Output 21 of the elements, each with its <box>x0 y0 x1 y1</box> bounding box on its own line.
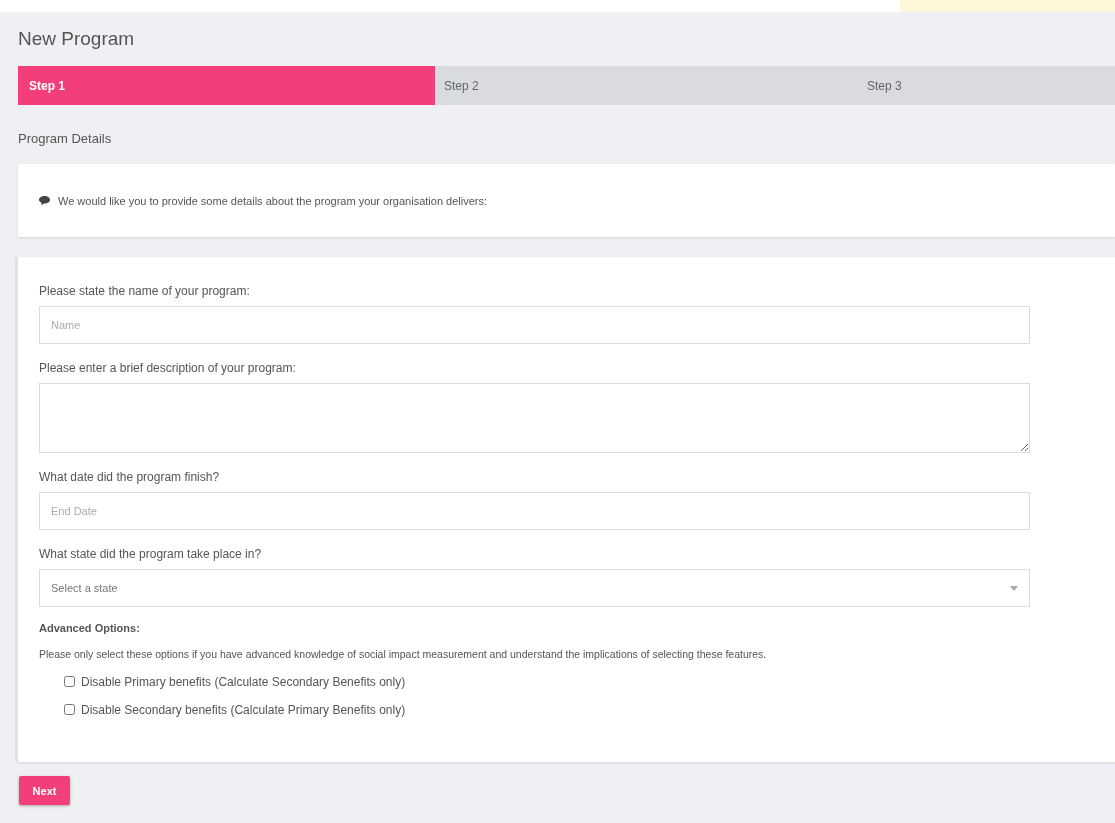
field-label: What state did the program take place in? <box>39 547 263 561</box>
option-label: Disable Primary benefits (Calculate Secondary Benefits only) <box>81 674 406 689</box>
option-label: Disable Secondary benefits (Calculate Primary Benefits only) <box>81 702 406 717</box>
advanced-title: Advanced Options: <box>39 622 141 634</box>
field-label: Please enter a brief description of your program: <box>39 361 297 375</box>
state-dropdown[interactable]: Select a state <box>39 569 1030 607</box>
field-label: Please state the name of your program: <box>39 284 251 298</box>
option-checkbox[interactable] <box>64 676 75 687</box>
speech-bubble-icon <box>39 196 50 205</box>
step-tab[interactable]: Step 1 <box>18 66 435 105</box>
page-title: New Program <box>17 27 136 51</box>
option-checkbox[interactable] <box>64 704 75 715</box>
field-label: What date did the program finish? <box>39 470 221 484</box>
info-text: We would like you to provide some details about the program your organisation delivers: <box>58 194 488 207</box>
caret-icon <box>1010 585 1018 591</box>
description-field[interactable] <box>39 383 1030 453</box>
text-field[interactable]: End Date <box>39 492 1030 530</box>
text-field[interactable]: Name <box>39 306 1030 344</box>
advanced-note: Please only select these options if you have advanced knowledge of social impact measurement and understand the implications of selecting these features. <box>39 648 768 660</box>
next-button[interactable]: Next <box>19 776 70 805</box>
section-title: Program Details <box>18 131 113 146</box>
